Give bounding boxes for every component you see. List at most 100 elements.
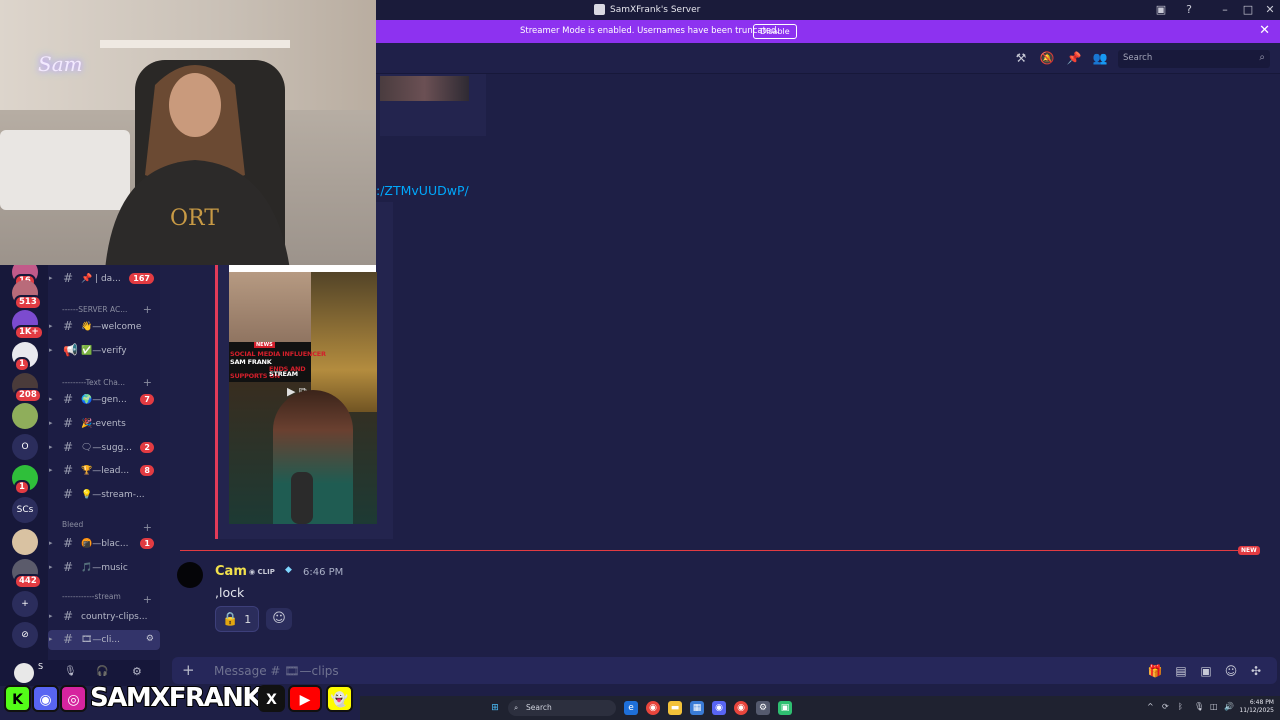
webcam-shelf bbox=[100, 40, 290, 48]
server-icon[interactable]: 1K+ bbox=[12, 310, 44, 340]
category-server-access[interactable]: ------SERVER AC... bbox=[62, 305, 127, 314]
lock-emoji-icon: 🔒 bbox=[222, 611, 239, 627]
tray-chevron-icon[interactable]: ^ bbox=[1147, 702, 1154, 711]
headline-line2: SAM FRANK bbox=[230, 358, 272, 366]
server-icon[interactable]: 442 bbox=[12, 559, 42, 589]
channel-item-active[interactable]: ▸ # 🎞—cli... ⚙ bbox=[48, 630, 160, 650]
headphones-icon[interactable]: 🎧 bbox=[96, 666, 108, 677]
threads-icon[interactable]: ⚒ bbox=[1013, 51, 1029, 65]
channel-collapse-icon: ▸ bbox=[49, 539, 53, 547]
channel-item[interactable]: ▸ # 🏆—lead... 8 bbox=[48, 461, 160, 481]
discover-icon[interactable]: ⊘ bbox=[12, 622, 38, 648]
message-text: ,lock bbox=[215, 585, 245, 600]
gift-icon[interactable]: 🎁 bbox=[1147, 664, 1163, 678]
channel-item[interactable]: ▸ # 📌 | da... 167 bbox=[48, 269, 160, 289]
file-explorer-icon[interactable]: ▬ bbox=[668, 701, 682, 715]
message-composer[interactable]: + Message # 🎞—clips 🎁 ▤ ▣ ☺ ✣ bbox=[172, 657, 1277, 684]
channel-settings-icon[interactable]: ⚙ bbox=[146, 634, 154, 644]
hash-icon: # bbox=[63, 560, 74, 574]
member-list-icon[interactable]: 👥 bbox=[1092, 51, 1108, 65]
channel-collapse-icon: ▸ bbox=[49, 419, 53, 427]
add-server-icon[interactable]: + bbox=[12, 591, 38, 617]
add-reaction-icon[interactable]: ☺ bbox=[266, 608, 292, 630]
taskbar-search[interactable]: ⌕ Search bbox=[508, 700, 616, 716]
emoji-icon[interactable]: ☺ bbox=[1223, 664, 1239, 678]
message-link[interactable]: :/ZTMvUUDwP/ bbox=[376, 183, 469, 198]
attach-plus-icon[interactable]: + bbox=[182, 661, 195, 679]
category-text-channels[interactable]: ---------Text Cha... bbox=[62, 378, 125, 387]
channel-item[interactable]: ▸ # 🌍—gen... 7 bbox=[48, 390, 160, 410]
sticker-icon[interactable]: ▣ bbox=[1198, 664, 1214, 678]
search-icon: ⌕ bbox=[1259, 52, 1265, 63]
channel-name: ✅—verify bbox=[81, 346, 127, 356]
start-icon[interactable]: ⊞ bbox=[488, 701, 502, 715]
channel-item[interactable]: ▸ # 🍘—blac... 1 bbox=[48, 534, 160, 554]
tray-wifi-icon[interactable]: ◫ bbox=[1210, 702, 1218, 711]
hash-icon: # bbox=[63, 392, 74, 406]
tray-sync-icon[interactable]: ⟳ bbox=[1162, 702, 1169, 711]
channel-item[interactable]: ▸ # 🎵—music bbox=[48, 558, 160, 578]
channel-item[interactable]: # 💡—stream-... bbox=[48, 485, 160, 505]
chrome-taskbar-icon[interactable]: ◉ bbox=[734, 701, 748, 715]
chrome-icon[interactable]: ◉ bbox=[646, 701, 660, 715]
apps-icon[interactable]: ✣ bbox=[1248, 664, 1264, 678]
close-window-button[interactable]: ✕ bbox=[1262, 3, 1278, 16]
add-channel-icon[interactable]: + bbox=[143, 593, 152, 606]
channel-item[interactable]: ▸ # 🗨—sugg... 2 bbox=[48, 438, 160, 458]
tray-mic-icon[interactable]: 🎙 bbox=[1194, 702, 1204, 711]
category-bleed[interactable]: Bleed bbox=[62, 520, 83, 529]
edge-icon[interactable]: e bbox=[624, 701, 638, 715]
category-stream[interactable]: ------------stream bbox=[62, 592, 121, 601]
minimize-button[interactable]: – bbox=[1217, 3, 1233, 16]
add-channel-icon[interactable]: + bbox=[143, 303, 152, 316]
microphone-icon[interactable]: 🎙 bbox=[64, 666, 77, 677]
store-icon[interactable]: ▦ bbox=[690, 701, 704, 715]
server-icon[interactable]: 208 bbox=[12, 373, 42, 403]
pin-icon[interactable]: 📌 bbox=[1066, 51, 1082, 65]
hash-icon: # bbox=[63, 416, 74, 430]
headline-line5: STREAM bbox=[269, 370, 298, 378]
app-taskbar-icon[interactable]: ▣ bbox=[778, 701, 792, 715]
disable-streamer-mode-button[interactable]: Disable bbox=[753, 24, 797, 39]
server-icon[interactable]: 1 bbox=[12, 465, 38, 495]
settings-taskbar-icon[interactable]: ⚙ bbox=[756, 701, 770, 715]
screen-share-icon[interactable]: ▣ bbox=[1153, 3, 1169, 16]
channel-item[interactable]: ▸ # 👋—welcome bbox=[48, 317, 160, 337]
server-icon[interactable]: SCs bbox=[12, 497, 38, 523]
server-label: O bbox=[21, 442, 29, 452]
channel-name: 👋—welcome bbox=[81, 322, 142, 332]
announcement-icon: 📢 bbox=[63, 343, 78, 357]
add-channel-icon[interactable]: + bbox=[143, 376, 152, 389]
windows-taskbar: ⊞ ⌕ Search e ◉ ▬ ▦ ◉ ◉ ⚙ ▣ ^ ⟳ ᛒ 🎙 ◫ 🔊 6… bbox=[360, 696, 1280, 720]
help-icon[interactable]: ? bbox=[1181, 3, 1197, 16]
channel-collapse-icon: ▸ bbox=[49, 346, 53, 354]
reaction-lock[interactable]: 🔒 1 bbox=[215, 606, 259, 632]
discord-taskbar-icon[interactable]: ◉ bbox=[712, 701, 726, 715]
author-tag: ◉ CLIP bbox=[249, 568, 275, 576]
channel-item[interactable]: ▸ # country-clips... bbox=[48, 607, 160, 627]
user-settings-icon[interactable]: ⚙ bbox=[132, 665, 142, 678]
video-embed[interactable]: NEWS SOCIAL MEDIA INFLUENCER SAM FRANK E… bbox=[229, 272, 377, 524]
add-channel-icon[interactable]: + bbox=[143, 521, 152, 534]
server-icon[interactable]: O bbox=[12, 434, 38, 460]
gif-icon[interactable]: ▤ bbox=[1173, 664, 1189, 678]
message-image-embed[interactable] bbox=[380, 74, 486, 136]
channel-item[interactable]: ▸ # 🎉-events bbox=[48, 414, 160, 434]
server-icon[interactable] bbox=[12, 403, 38, 429]
tray-bluetooth-icon[interactable]: ᛒ bbox=[1178, 702, 1183, 711]
message-author[interactable]: Cam bbox=[215, 564, 247, 579]
discover-glyph: ⊘ bbox=[21, 630, 29, 640]
channel-item[interactable]: ▸ 📢 ✅—verify bbox=[48, 341, 160, 361]
maximize-button[interactable]: □ bbox=[1240, 3, 1256, 16]
avatar[interactable] bbox=[177, 562, 203, 588]
channel-name: 🏆—lead... bbox=[81, 466, 130, 476]
close-banner-icon[interactable]: ✕ bbox=[1259, 23, 1270, 38]
search-box[interactable]: Search ⌕ bbox=[1118, 50, 1270, 68]
notification-bell-off-icon[interactable]: 🔕 bbox=[1039, 51, 1055, 65]
tray-volume-icon[interactable]: 🔊 bbox=[1224, 702, 1234, 711]
server-icon[interactable]: 1 bbox=[12, 342, 38, 372]
taskbar-clock[interactable]: 6:48 PM 11/12/2025 bbox=[1239, 699, 1274, 715]
server-icon[interactable] bbox=[12, 529, 38, 555]
avatar[interactable] bbox=[14, 663, 34, 683]
server-icon[interactable]: 513 bbox=[12, 280, 42, 310]
